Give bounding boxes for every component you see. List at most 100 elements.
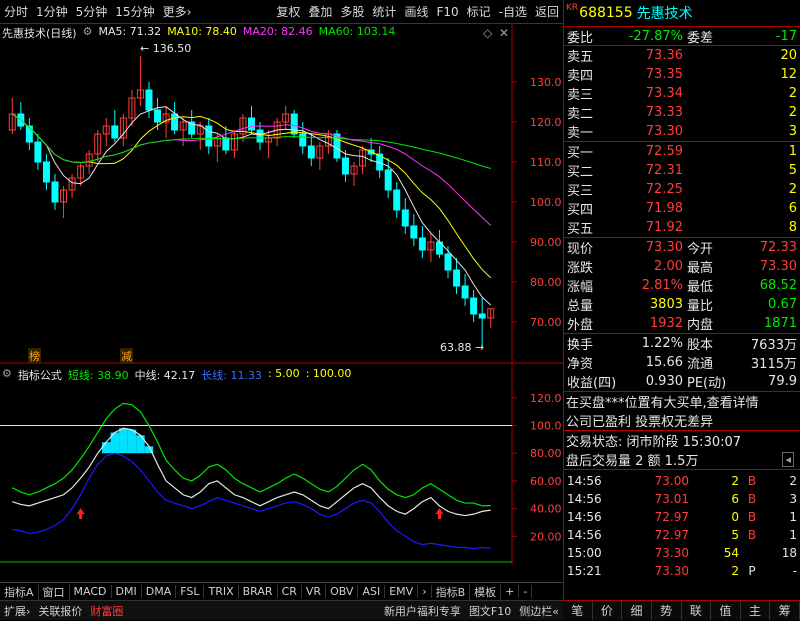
- sells-row-0[interactable]: 卖五 73.36 20: [564, 46, 800, 65]
- indicator-tab-8[interactable]: CR: [278, 585, 302, 598]
- ma-legend: MA5: 71.32 MA10: 78.40 MA20: 82.46 MA60: 10…: [98, 25, 395, 41]
- toolbar-tool-8[interactable]: 返回: [531, 3, 563, 20]
- settings-icon-2[interactable]: ⚙: [2, 367, 12, 383]
- status-item-5[interactable]: 侧边栏«: [515, 603, 563, 619]
- diamond-icon[interactable]: ◇: [483, 26, 492, 40]
- candle-body: [51, 181, 59, 203]
- news-item-1[interactable]: 在买盘***位置有大买单,查看详情: [566, 392, 798, 411]
- indicator-tab-3[interactable]: DMI: [112, 585, 142, 598]
- tick-direction: B: [747, 510, 757, 524]
- sells-price: 73.30: [645, 124, 683, 139]
- status-item-2[interactable]: 财富圈: [86, 603, 127, 619]
- tick-direction: P: [748, 564, 756, 578]
- indicator-tab-9[interactable]: VR: [302, 585, 327, 598]
- indicator-tab-12[interactable]: EMV: [385, 585, 419, 598]
- quote-tab-5[interactable]: 值: [711, 601, 741, 620]
- event-marker-jian[interactable]: 减: [120, 348, 133, 364]
- buys-row-4[interactable]: 买五 71.92 8: [564, 218, 800, 237]
- indicator-tab-1[interactable]: 窗口: [39, 583, 70, 600]
- period-tab-4[interactable]: 更多›: [159, 3, 196, 20]
- low-price-label: 63.88 →: [440, 341, 485, 354]
- candle-body: [393, 189, 401, 211]
- status-bar: 扩展› 关联报价 财富圈 新用户福利专享 图文F10 侧边栏«: [0, 600, 563, 620]
- toolbar-tool-3[interactable]: 统计: [368, 3, 400, 20]
- sells-volume: 2: [788, 86, 797, 101]
- buys-price: 72.59: [645, 144, 683, 159]
- period-tab-1[interactable]: 1分钟: [32, 3, 72, 20]
- quote-tab-3[interactable]: 势: [652, 601, 682, 620]
- indicator-tab-11[interactable]: ASI: [358, 585, 386, 598]
- buys-row-1[interactable]: 买二 72.31 5: [564, 161, 800, 180]
- status-item-0[interactable]: 扩展›: [0, 603, 34, 619]
- price-axis-label: 90.00: [530, 236, 562, 249]
- stat-label: 总量: [567, 299, 594, 314]
- sells-label: 卖二: [567, 107, 594, 122]
- candle-body: [461, 285, 469, 299]
- buys-label: 买五: [567, 222, 594, 237]
- status-item-1[interactable]: 关联报价: [34, 603, 86, 619]
- tick-count: 3: [789, 492, 797, 506]
- status-item-4[interactable]: 图文F10: [465, 603, 515, 619]
- indicator-tab-15[interactable]: 模板: [470, 583, 502, 600]
- toolbar-tool-2[interactable]: 多股: [336, 3, 368, 20]
- indicator-tab-0[interactable]: 指标A: [0, 583, 39, 600]
- indicator-axis-label: 20.00: [530, 530, 562, 543]
- toolbar-tool-1[interactable]: 叠加: [304, 3, 336, 20]
- indicator-tab-6[interactable]: TRIX: [204, 585, 239, 598]
- price-axis-label: 130.0: [530, 76, 562, 89]
- period-tab-0[interactable]: 分时: [0, 3, 32, 20]
- toolbar-tool-6[interactable]: 标记: [463, 3, 495, 20]
- buys-row-0[interactable]: 买一 72.59 1: [564, 142, 800, 161]
- indicator-tab-7[interactable]: BRAR: [239, 585, 278, 598]
- expand-icon[interactable]: ◂: [782, 452, 794, 467]
- buys-row-2[interactable]: 买三 72.25 2: [564, 180, 800, 199]
- candle-body: [34, 141, 42, 163]
- settings-icon[interactable]: ⚙: [83, 25, 93, 41]
- buys-row-3[interactable]: 买四 71.98 6: [564, 199, 800, 218]
- status-item-3[interactable]: 新用户福利专享: [380, 603, 465, 619]
- candle-body: [341, 157, 349, 175]
- stat-value: 0.67: [768, 297, 797, 312]
- tick-time: 14:56: [567, 510, 602, 524]
- buys-price: 71.92: [645, 220, 683, 235]
- period-tab-3[interactable]: 15分钟: [111, 3, 158, 20]
- quote-tab-2[interactable]: 细: [622, 601, 652, 620]
- indicator-tab-4[interactable]: DMA: [142, 585, 177, 598]
- sells-row-2[interactable]: 卖三 73.34 2: [564, 84, 800, 103]
- indicator-tab-14[interactable]: 指标B: [432, 583, 471, 600]
- toolbar-tool-5[interactable]: F10: [432, 5, 462, 19]
- indicator-tab-2[interactable]: MACD: [70, 585, 112, 598]
- fund-label: 净资: [567, 357, 594, 372]
- buys-label: 买三: [567, 184, 594, 199]
- quote-tab-7[interactable]: 筹: [770, 601, 800, 620]
- event-marker-bang[interactable]: 榜: [28, 348, 41, 364]
- tick-volume: 5: [731, 528, 739, 542]
- indicator-tab-13[interactable]: ›: [418, 585, 432, 598]
- period-tab-2[interactable]: 5分钟: [72, 3, 112, 20]
- sells-row-4[interactable]: 卖一 73.30 3: [564, 122, 800, 141]
- tick-row-1: 14:56 73.01 6 B 3: [564, 490, 800, 508]
- buys-price: 71.98: [645, 201, 683, 216]
- close-icon[interactable]: ✕: [499, 26, 509, 40]
- sells-row-1[interactable]: 卖四 73.35 12: [564, 65, 800, 84]
- indicator-tab-16[interactable]: +: [501, 585, 520, 598]
- indicator-tab-17[interactable]: -: [519, 585, 533, 598]
- news-item-2[interactable]: 公司已盈利 投票权无差异: [566, 411, 798, 430]
- ma-label-1: MA10: 78.40: [167, 25, 237, 38]
- quote-tab-6[interactable]: 主: [741, 601, 771, 620]
- quote-tab-4[interactable]: 联: [682, 601, 712, 620]
- quote-tab-1[interactable]: 价: [593, 601, 623, 620]
- chart-area[interactable]: 130.0 120.0 110.0 100.0 90.00 80.00 70.00 120.0…: [0, 24, 563, 582]
- toolbar-tool-0[interactable]: 复权: [272, 3, 304, 20]
- buys-volume: 1: [788, 144, 797, 159]
- after-hours-volume: 盘后交易量 2 额 1.5万: [566, 454, 699, 469]
- indicator-tab-5[interactable]: FSL: [176, 585, 205, 598]
- sells-row-3[interactable]: 卖二 73.33 2: [564, 103, 800, 122]
- toolbar-tool-7[interactable]: -自选: [495, 3, 531, 20]
- toolbar-tool-4[interactable]: 画线: [400, 3, 432, 20]
- tick-time: 14:56: [567, 528, 602, 542]
- quote-tab-0[interactable]: 笔: [563, 601, 593, 620]
- fund-value: 3115万: [750, 357, 797, 372]
- sells-price: 73.34: [645, 86, 683, 101]
- indicator-tab-10[interactable]: OBV: [326, 585, 359, 598]
